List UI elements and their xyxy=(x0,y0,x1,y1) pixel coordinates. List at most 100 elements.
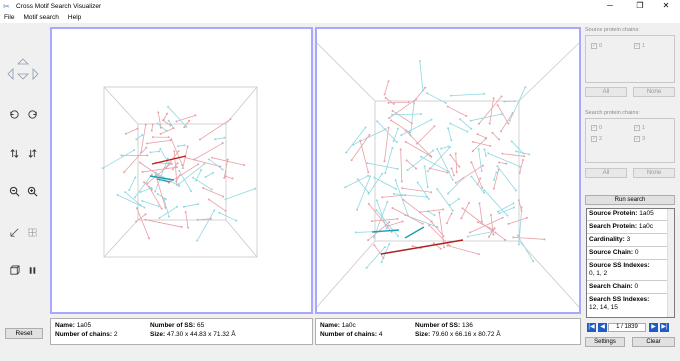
ss-element xyxy=(215,137,225,140)
ss-endpoint xyxy=(184,211,187,214)
search-chain-3-checkbox[interactable]: ✓ 3 xyxy=(634,136,645,142)
ss-element xyxy=(150,151,160,153)
ss-endpoint xyxy=(178,170,181,173)
ss-endpoint xyxy=(522,159,525,162)
ss-endpoint xyxy=(454,181,457,184)
minimize-button[interactable]: ─ xyxy=(596,0,624,12)
ss-endpoint xyxy=(487,235,490,238)
motif-highlight xyxy=(149,155,187,183)
ss-endpoint xyxy=(160,207,163,210)
ss-element xyxy=(500,112,514,132)
search-chain-value: 0 xyxy=(634,283,639,290)
maximize-button[interactable]: ❐ xyxy=(626,0,654,12)
settings-button[interactable]: Settings xyxy=(585,337,625,347)
ss-endpoint xyxy=(512,236,515,239)
perspective-icon[interactable] xyxy=(8,226,20,238)
ss-endpoint xyxy=(376,120,379,123)
ss-element xyxy=(469,217,503,233)
source-protein-viewport[interactable] xyxy=(50,27,313,314)
ss-endpoint xyxy=(190,189,193,192)
flip-vertical-icon[interactable] xyxy=(8,147,20,159)
ss-endpoint xyxy=(144,123,147,126)
last-result-button[interactable]: ▶| xyxy=(660,323,669,332)
search-chain-2-checkbox[interactable]: ✓ 2 xyxy=(591,136,602,142)
reset-button[interactable]: Reset xyxy=(5,328,43,339)
menu-file[interactable]: File xyxy=(4,14,14,21)
source-chain-1-checkbox[interactable]: ✓ 1 xyxy=(634,43,645,49)
menu-help[interactable]: Help xyxy=(68,14,81,21)
match-details-panel[interactable]: Source Protein: 1a05 Search Protein: 1a0… xyxy=(586,208,675,318)
ss-element xyxy=(502,153,525,157)
run-search-button[interactable]: Run search xyxy=(585,195,675,205)
prev-result-button[interactable]: ◀ xyxy=(598,323,607,332)
ss-endpoint xyxy=(416,142,419,145)
search-chains-label: Search protein chains: xyxy=(585,110,640,116)
ss-endpoint xyxy=(423,165,426,168)
source-all-button[interactable]: All xyxy=(585,87,627,97)
flip-horizontal-icon[interactable] xyxy=(26,147,38,159)
ss-endpoint xyxy=(359,139,362,142)
ss-endpoint xyxy=(450,94,453,97)
ss-element xyxy=(450,123,468,132)
chains-count: 2 xyxy=(113,331,118,338)
ss-endpoint xyxy=(497,210,500,213)
zoom-in-icon[interactable] xyxy=(26,185,38,197)
ss-endpoint xyxy=(167,105,170,108)
rotate-right-icon[interactable] xyxy=(26,108,38,120)
search-chain-1-checkbox[interactable]: ✓ 1 xyxy=(634,125,645,131)
search-none-button[interactable]: None xyxy=(633,168,675,178)
rotate-left-icon[interactable] xyxy=(8,108,20,120)
clear-button[interactable]: Clear xyxy=(632,337,675,347)
motif-highlight xyxy=(371,226,464,255)
search-all-button[interactable]: All xyxy=(585,168,627,178)
ss-endpoint xyxy=(510,140,513,143)
name-label: Name: xyxy=(55,322,75,329)
ss-element xyxy=(447,245,479,255)
result-pager[interactable]: 1 / 1839 xyxy=(608,323,646,332)
ss-endpoint xyxy=(477,122,480,125)
ss-endpoint xyxy=(224,198,227,201)
ss-endpoint xyxy=(503,100,506,103)
search-protein-viewport[interactable] xyxy=(315,27,581,314)
ss-endpoint xyxy=(498,212,501,215)
protein-name: 1a0c xyxy=(341,322,356,329)
ss-endpoint xyxy=(391,206,394,209)
ss-endpoint xyxy=(452,174,455,177)
ss-element xyxy=(513,236,545,240)
ortho-icon[interactable] xyxy=(26,226,38,238)
ss-endpoint xyxy=(194,114,197,117)
ss-endpoint xyxy=(181,167,184,170)
box-icon[interactable] xyxy=(8,264,20,276)
ss-endpoint xyxy=(427,197,430,200)
ss-endpoint xyxy=(484,154,487,157)
menu-bar: File Motif search Help xyxy=(0,12,680,23)
ss-endpoint xyxy=(420,112,423,115)
menu-motif-search[interactable]: Motif search xyxy=(23,14,58,21)
search-protein-3d-view[interactable] xyxy=(316,29,580,312)
ss-endpoint xyxy=(430,220,433,223)
zoom-out-icon[interactable] xyxy=(8,185,20,197)
pan-arrows[interactable] xyxy=(6,57,42,81)
ss-endpoint xyxy=(143,206,146,209)
details-scrollbar[interactable] xyxy=(667,209,674,317)
ss-endpoint xyxy=(401,220,404,223)
first-result-button[interactable]: |◀ xyxy=(587,323,596,332)
ss-endpoint xyxy=(445,222,448,225)
ss-endpoint xyxy=(480,170,483,173)
ss-endpoint xyxy=(211,156,214,159)
ss-endpoint xyxy=(356,178,359,181)
chains-label: Number of chains: xyxy=(320,331,378,338)
ss-endpoint xyxy=(385,227,388,230)
ss-element xyxy=(359,140,369,173)
next-result-button[interactable]: ▶ xyxy=(649,323,658,332)
search-chain-0-checkbox[interactable]: ✓ 0 xyxy=(591,125,602,131)
ss-endpoint xyxy=(367,174,370,177)
ss-endpoint xyxy=(421,89,424,92)
source-protein-3d-view[interactable] xyxy=(52,29,311,312)
close-button[interactable]: ✕ xyxy=(652,0,680,12)
source-chain-0-checkbox[interactable]: ✓ 0 xyxy=(591,43,602,49)
source-none-button[interactable]: None xyxy=(633,87,675,97)
pause-icon[interactable] xyxy=(26,264,38,276)
ss-endpoint xyxy=(208,158,211,161)
search-ss-label: Search SS Indexes: xyxy=(589,296,650,303)
